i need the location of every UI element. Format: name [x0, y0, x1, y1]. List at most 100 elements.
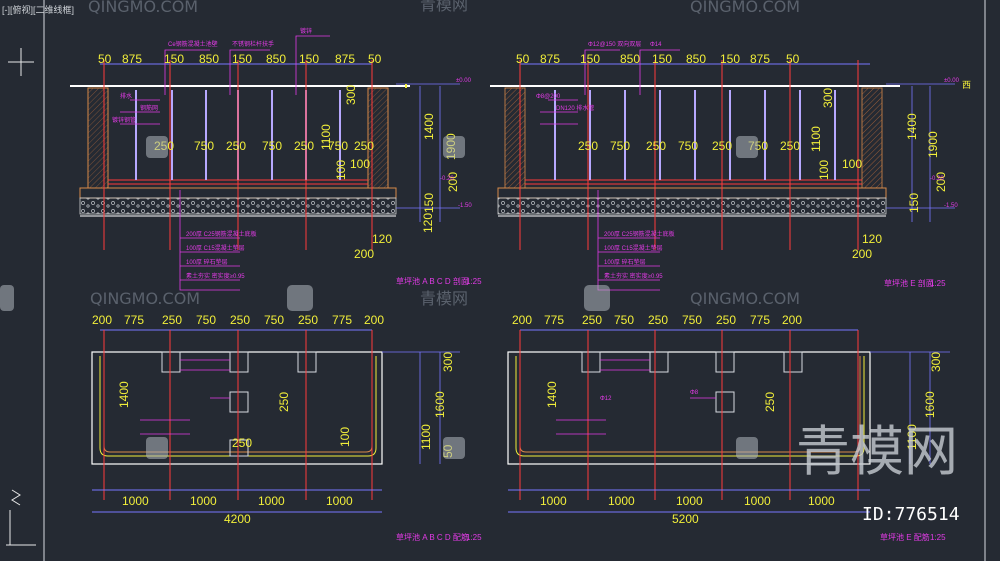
- dim-label-side: 100: [350, 157, 370, 171]
- plan-dim-top: 200: [92, 313, 112, 327]
- dim-label-top: 50: [786, 52, 800, 66]
- dim-label-top: 50: [368, 52, 382, 66]
- dim-label-side: 150: [422, 193, 436, 213]
- elevation-mark: ±0.00: [944, 78, 960, 84]
- dim-label-side: 300: [344, 85, 358, 105]
- plan-dim-top: 250: [716, 313, 736, 327]
- left-section-drawing: [70, 35, 460, 291]
- legend-note: 200厚 C25钢筋混凝土底板: [604, 230, 675, 238]
- watermark-text: 青模网: [420, 289, 468, 308]
- dim-label-top: 150: [299, 52, 319, 66]
- plan-dim-bottom: 1000: [676, 494, 703, 508]
- plan-dim-side: 1400: [545, 381, 559, 408]
- plan-dim-top: 775: [124, 313, 144, 327]
- plan-dim-side: 250: [763, 392, 777, 412]
- dim-label-side: 150: [907, 193, 921, 213]
- section-title: 草坪池 A B C D 剖面: [396, 276, 469, 286]
- compass-letter: 西: [962, 80, 971, 90]
- annotation-note: DN120 排水管: [556, 104, 594, 112]
- watermark-text: QINGMO.COM: [690, 0, 800, 16]
- viewport-label[interactable]: [-][俯视][二维线框]: [2, 3, 74, 16]
- legend-note: 100厚 碎石垫层: [604, 258, 646, 266]
- plan-dim-bottom: 1000: [258, 494, 285, 508]
- plan-dim-top: 200: [512, 313, 532, 327]
- plan-dim-side: 1600: [923, 391, 937, 418]
- plan-dim-side: 1400: [117, 381, 131, 408]
- section-scale: 1:25: [930, 279, 946, 288]
- dim-label-mid: 250: [712, 139, 732, 153]
- annotation-note: Φ8@200: [536, 94, 561, 100]
- plan-dim-bottom: 1000: [808, 494, 835, 508]
- dim-label-side: 100: [817, 160, 831, 180]
- dim-label-bottom: 200: [354, 247, 374, 261]
- left-plan-drawing: [91, 329, 460, 513]
- dim-label-top: 50: [516, 52, 530, 66]
- annotation-note: 镀锌: [300, 27, 312, 35]
- plan-total: 4200: [224, 512, 251, 526]
- dim-label-mid: 250: [578, 139, 598, 153]
- plan-dim-side: 250: [277, 392, 291, 412]
- plan-dim-top: 250: [648, 313, 668, 327]
- plan-dim-top: 775: [332, 313, 352, 327]
- elevation-mark: -0.20: [440, 176, 454, 182]
- plan-total: 5200: [672, 512, 699, 526]
- plan-dim-side: 300: [441, 352, 455, 372]
- plan-dim-top: 775: [750, 313, 770, 327]
- dim-label-top: 150: [720, 52, 740, 66]
- annotation-note: 不锈钢栏杆扶手: [232, 40, 274, 48]
- legend-note: 素土夯实 密实度≥0.95: [604, 272, 663, 280]
- dim-label-side: 300: [821, 88, 835, 108]
- watermark-large: 青模网: [796, 420, 958, 483]
- plan-dim-top: 750: [264, 313, 284, 327]
- plan-dim-top: 750: [614, 313, 634, 327]
- dim-label-top: 150: [580, 52, 600, 66]
- annotation-note: Φ8: [690, 390, 699, 396]
- dim-label-mid: 250: [226, 139, 246, 153]
- annotation-note: Φ12@150 双向双层: [588, 40, 641, 48]
- section-title: 草坪池 E 剖面: [884, 278, 934, 288]
- section-scale: 1:25: [466, 277, 482, 286]
- legend-note: 素土夯实 密实度≥0.95: [186, 272, 245, 280]
- dim-label-top: 875: [750, 52, 770, 66]
- dim-label-side: 120: [372, 232, 392, 246]
- dim-label-mid: 750: [194, 139, 214, 153]
- dim-label-top: 875: [122, 52, 142, 66]
- dim-label-top: 875: [335, 52, 355, 66]
- dim-label-mid: 250: [294, 139, 314, 153]
- dim-label-top: 150: [164, 52, 184, 66]
- dim-label-mid: 750: [262, 139, 282, 153]
- dim-label-bottom: 200: [852, 247, 872, 261]
- plan-dim-top: 750: [682, 313, 702, 327]
- annotation-note: Ce钢筋混凝土池壁: [168, 40, 218, 48]
- dim-label-side: 1100: [319, 124, 333, 150]
- dim-label-side: 1900: [926, 131, 940, 158]
- cad-drawing[interactable]: 50 875 150 850 150 850 150 875 50 250 750 250 750 250…: [0, 0, 1000, 561]
- plan-dim-side: 100: [338, 427, 352, 447]
- dim-label-top: 850: [686, 52, 706, 66]
- dim-label-mid: 750: [610, 139, 630, 153]
- right-section-drawing: [490, 49, 955, 291]
- plan-dim-bottom: 1000: [122, 494, 149, 508]
- plan-dim-top: 750: [196, 313, 216, 327]
- plan-dim-bottom: 1000: [744, 494, 771, 508]
- elevation-mark: -0.20: [930, 176, 944, 182]
- watermark-text: 青模网: [420, 0, 468, 14]
- dim-label-top: 150: [652, 52, 672, 66]
- plan-scale: 1:25: [466, 533, 482, 542]
- cad-canvas[interactable]: 50 875 150 850 150 850 150 875 50 250 750 250 750 250…: [0, 0, 1000, 561]
- annotation-note: 钢筋网: [140, 104, 158, 112]
- legend-note: 100厚 C15混凝土垫层: [186, 244, 245, 252]
- legend-note: 200厚 C25钢筋混凝土底板: [186, 230, 257, 238]
- dim-label-side: 120: [862, 232, 882, 246]
- dim-label-top: 875: [540, 52, 560, 66]
- elevation-mark: ±0.00: [456, 78, 472, 84]
- elevation-mark: -1.50: [458, 203, 472, 209]
- legend-note: 100厚 碎石垫层: [186, 258, 228, 266]
- dim-label-mid: 250: [780, 139, 800, 153]
- dim-label-side: 100: [334, 160, 348, 180]
- plan-dim-top: 250: [162, 313, 182, 327]
- plan-dim-top: 250: [230, 313, 250, 327]
- plan-dim-top: 200: [782, 313, 802, 327]
- plan-dim-bottom: 1000: [540, 494, 567, 508]
- plan-title: 草坪池 E 配筋: [880, 532, 930, 542]
